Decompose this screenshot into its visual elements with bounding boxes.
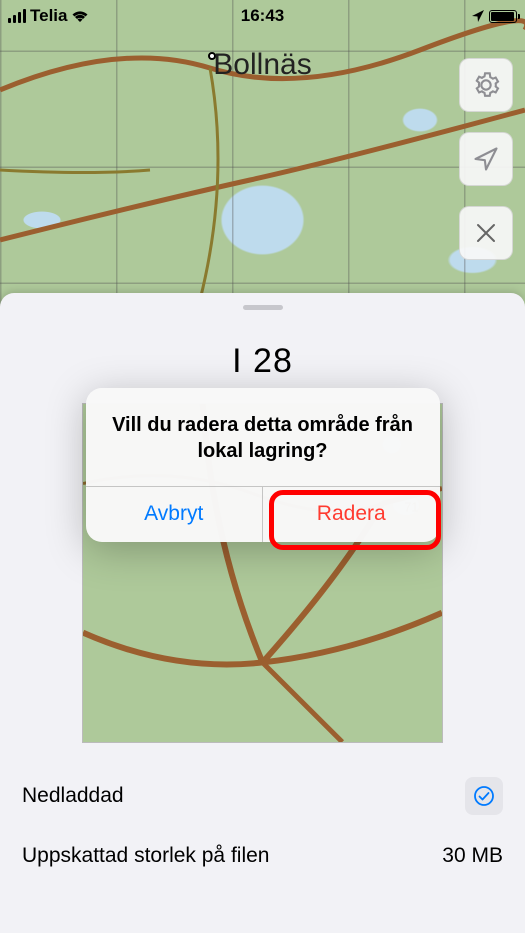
cancel-button[interactable]: Avbryt (86, 487, 263, 542)
alert-title: Vill du radera detta område från lokal l… (86, 388, 440, 486)
alert-layer: Vill du radera detta område från lokal l… (0, 0, 525, 933)
delete-confirmation-alert: Vill du radera detta område från lokal l… (86, 388, 440, 542)
clock: 16:43 (0, 6, 525, 26)
status-bar: Telia 16:43 (0, 0, 525, 32)
delete-button[interactable]: Radera (262, 487, 440, 542)
battery-icon (489, 10, 517, 23)
